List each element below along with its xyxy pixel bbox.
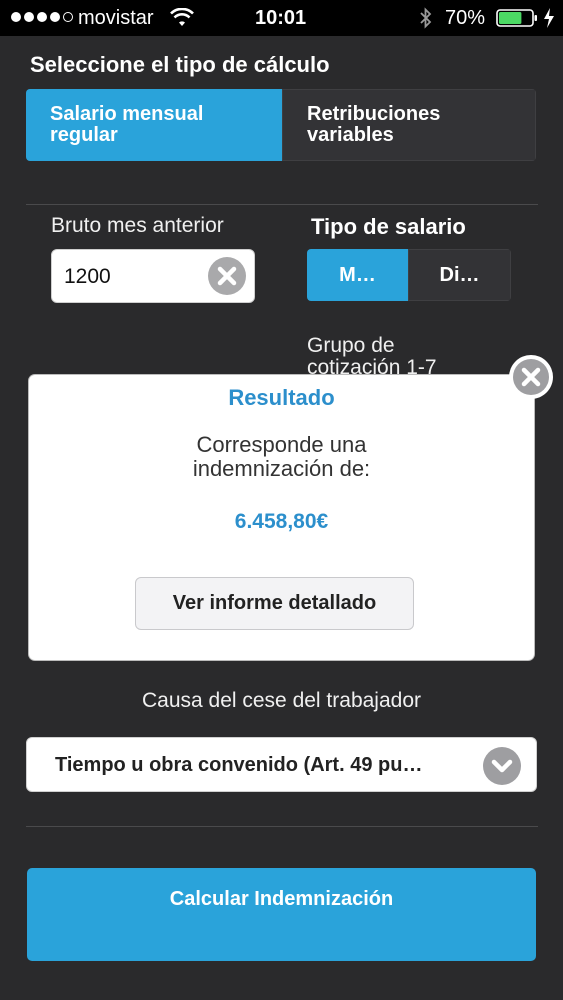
clear-icon[interactable] [208, 257, 246, 295]
group-label-line1: Grupo de [307, 334, 395, 357]
wifi-icon [170, 7, 194, 33]
group-label: Grupo de cotización 1-7 [307, 335, 437, 379]
dialog-message: Corresponde una indemnización de: [29, 433, 534, 481]
segment-label-line1: Salario mensual [50, 103, 204, 125]
dialog-close-button[interactable] [509, 355, 553, 399]
dialog-title: Resultado [228, 385, 335, 410]
salary-type-label: Tipo de salario [311, 214, 466, 239]
segment-retribuciones-variables[interactable]: Retribuciones variables [282, 89, 536, 161]
gross-input[interactable]: 1200 [51, 249, 255, 303]
close-icon [513, 359, 549, 395]
battery-icon [496, 9, 538, 32]
segment-label: M… [339, 263, 376, 286]
calc-type-title: Seleccione el tipo de cálculo [30, 52, 330, 77]
view-report-button[interactable]: Ver informe detallado [135, 577, 414, 630]
cause-label: Causa del cese del trabajador [141, 689, 421, 712]
dialog-message-line2: indemnización de: [192, 456, 371, 481]
calculate-button[interactable]: Calcular Indemnización [27, 868, 536, 961]
gross-label: Bruto mes anterior [51, 214, 224, 237]
calc-type-segmented-control: Salario mensual regular Retribuciones va… [26, 89, 536, 161]
clock: 10:01 [255, 7, 307, 29]
charging-icon [543, 8, 555, 33]
segment-label-line2: regular [50, 124, 118, 146]
segment-salary-daily[interactable]: Di… [408, 249, 511, 301]
dialog-message-line1: Corresponde una [196, 432, 367, 457]
battery-percentage: 70% [445, 7, 486, 29]
cause-select[interactable]: Tiempo u obra convenido (Art. 49 pu… [26, 737, 537, 792]
indemnization-amount: 6.458,80€ [234, 510, 329, 533]
signal-strength-icon [11, 12, 73, 22]
segment-label-line2: variables [307, 124, 394, 146]
divider [26, 204, 538, 205]
segment-salary-monthly[interactable]: M… [307, 249, 408, 301]
gross-input-value: 1200 [64, 265, 111, 288]
segment-salario-mensual[interactable]: Salario mensual regular [26, 89, 282, 161]
bluetooth-icon [419, 7, 433, 34]
calculate-button-label: Calcular Indemnización [169, 888, 394, 910]
status-bar: movistar 10:01 70% [0, 0, 563, 36]
divider [26, 826, 538, 827]
cause-selected-value: Tiempo u obra convenido (Art. 49 pu… [55, 754, 423, 776]
chevron-down-icon [483, 747, 521, 785]
segment-label-line1: Retribuciones [307, 103, 441, 125]
result-dialog: Resultado Corresponde una indemnización … [29, 375, 534, 660]
carrier-name: movistar [78, 7, 154, 29]
salary-type-segmented-control: M… Di… [307, 249, 511, 301]
segment-label: Di… [439, 263, 480, 286]
